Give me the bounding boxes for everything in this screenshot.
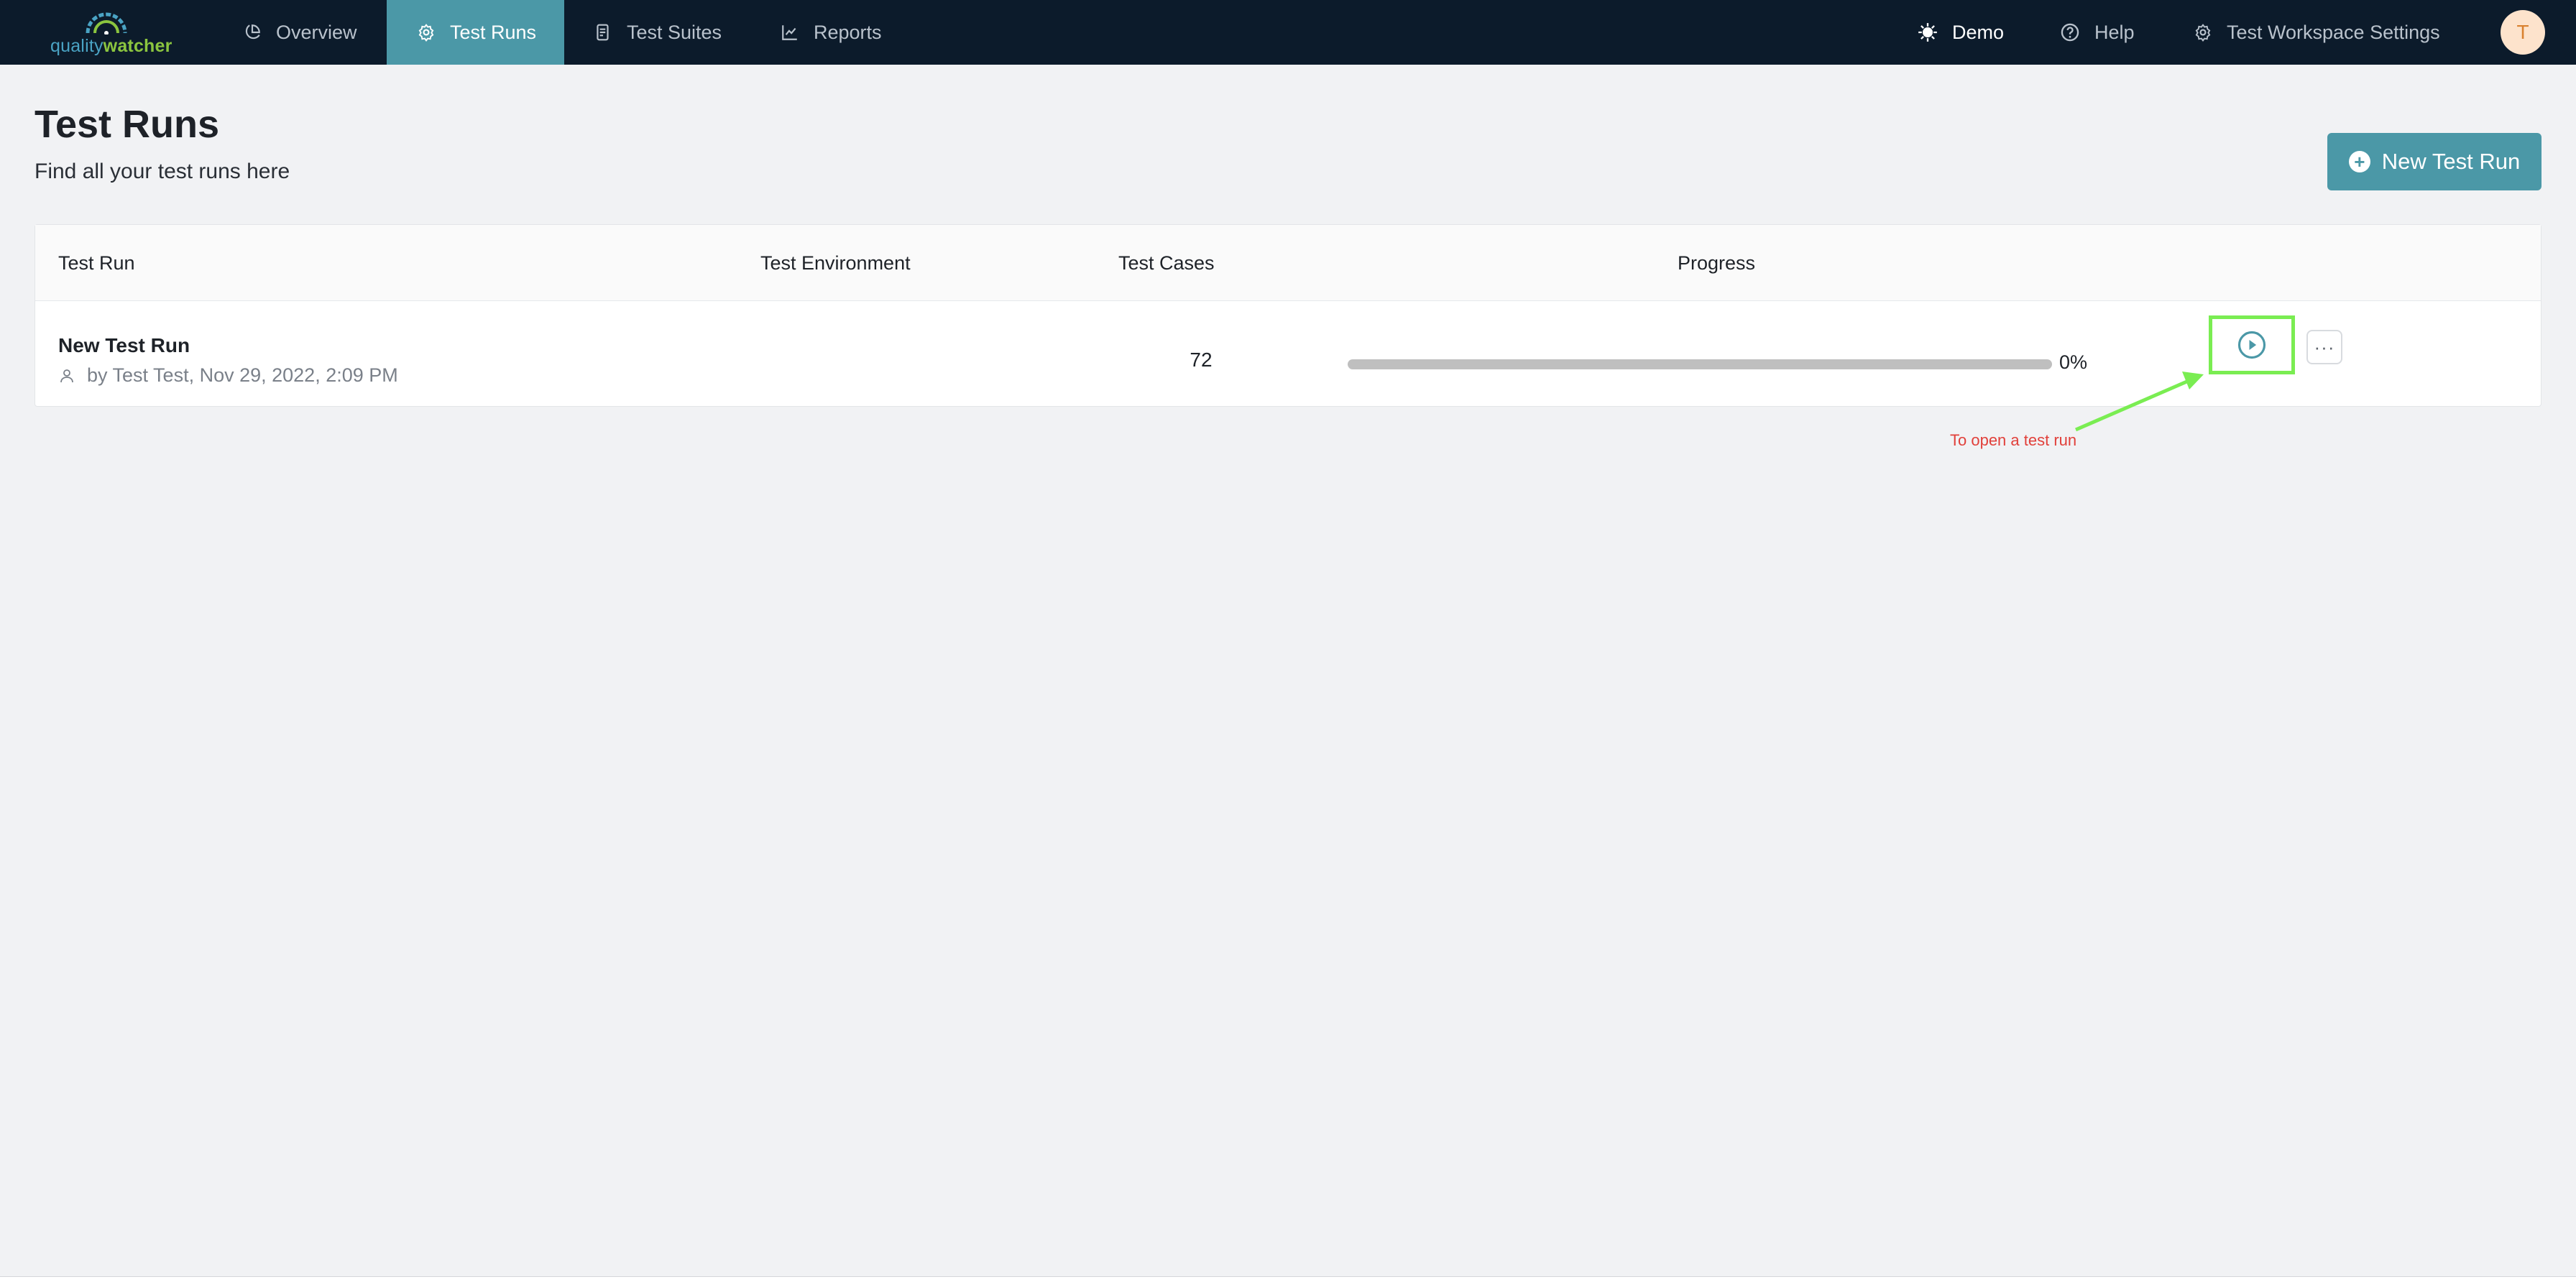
annotation-arrow [2075, 372, 2204, 432]
window-bottom-edge [0, 1276, 2576, 1282]
annotation-label: To open a test run [1950, 431, 2077, 449]
